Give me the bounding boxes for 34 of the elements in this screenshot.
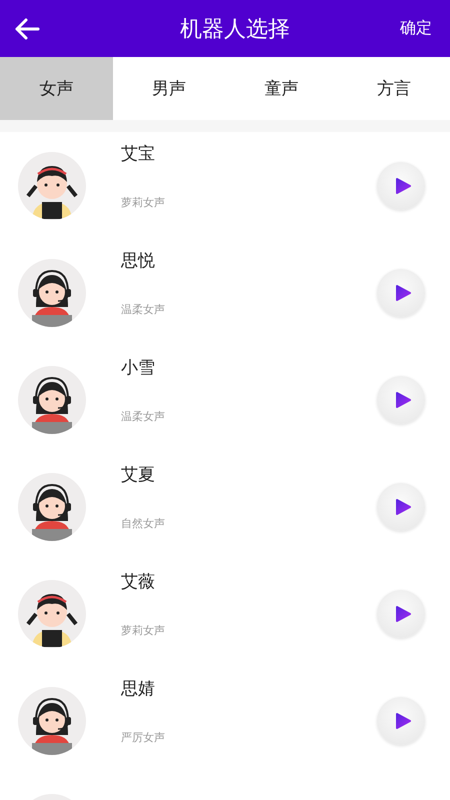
voice-name: 思悦: [121, 250, 156, 272]
play-icon: [394, 390, 410, 408]
girl-headset-avatar-icon: [18, 686, 86, 754]
voice-name: 艾薇: [121, 570, 156, 592]
play-button[interactable]: [377, 696, 425, 744]
play-icon: [394, 498, 410, 516]
voice-name: 小雪: [121, 356, 156, 378]
confirm-button[interactable]: 确定: [400, 18, 432, 39]
girl-headset-avatar-icon: [18, 366, 86, 434]
girl-headset-avatar-icon: [18, 472, 86, 540]
voice-name: 艾夏: [121, 464, 156, 486]
voice-style: 萝莉女声: [121, 194, 166, 210]
play-icon: [394, 176, 410, 194]
girl-pigtails-avatar-icon: [18, 152, 86, 220]
voice-style: 萝莉女声: [121, 622, 166, 638]
play-icon: [394, 712, 410, 730]
play-button[interactable]: [377, 268, 425, 316]
voice-name: 艾宝: [121, 142, 156, 164]
voice-style: 自然女声: [121, 516, 166, 530]
voice-name: 思婧: [121, 678, 156, 700]
play-button[interactable]: [377, 162, 425, 210]
voice-style: 严厉女声: [121, 730, 166, 744]
page-title: 机器人选择: [179, 16, 291, 44]
voice-style: 温柔女声: [121, 408, 166, 424]
girl-pigtails-avatar-icon: [18, 580, 86, 648]
voice-style: 温柔女声: [121, 302, 166, 316]
back-arrow-icon[interactable]: [14, 18, 40, 40]
play-button[interactable]: [377, 482, 425, 530]
voice-tab[interactable]: 女声: [0, 57, 112, 120]
play-icon: [394, 284, 410, 302]
play-icon: [394, 604, 410, 622]
girl-headset-avatar-icon: [18, 258, 86, 326]
play-button[interactable]: [377, 590, 425, 638]
play-button[interactable]: [377, 376, 425, 424]
